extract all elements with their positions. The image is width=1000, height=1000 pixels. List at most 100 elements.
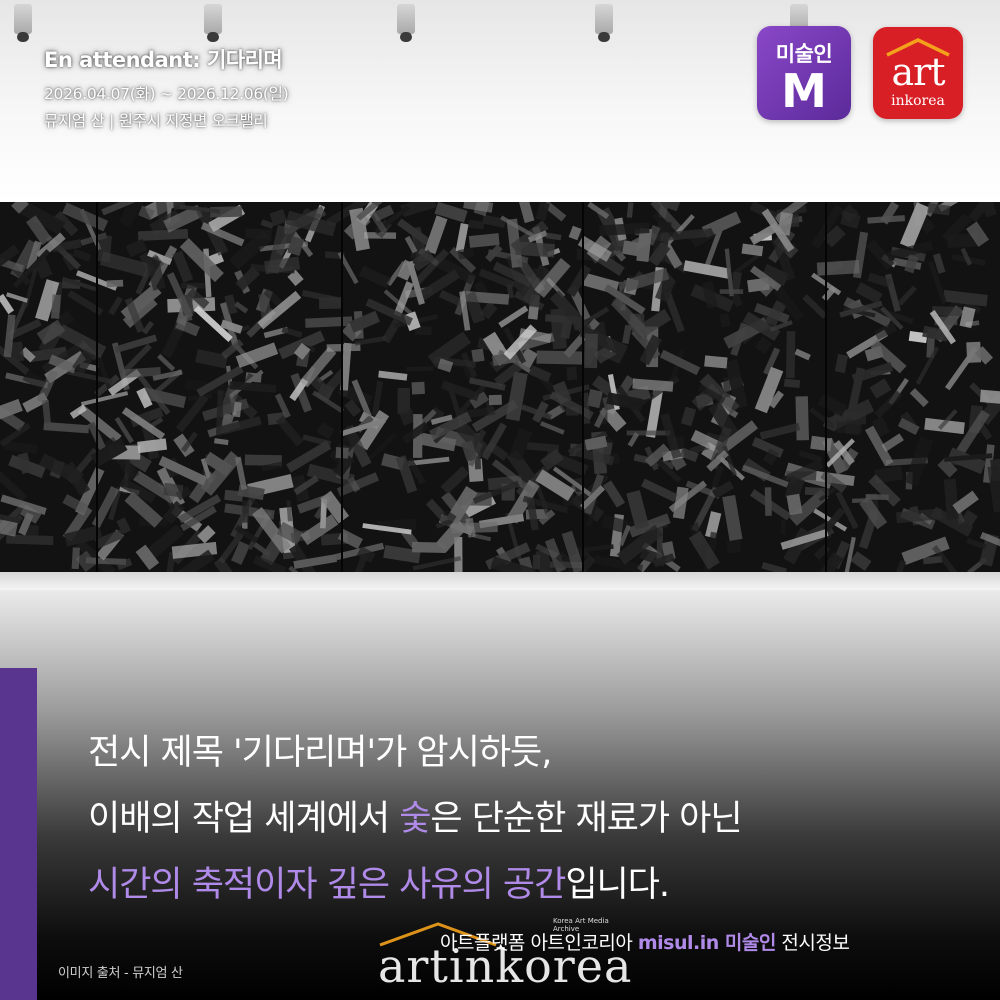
charcoal-stroke bbox=[987, 465, 1000, 513]
charcoal-stroke bbox=[942, 289, 988, 307]
charcoal-stroke bbox=[6, 292, 28, 303]
exhibition-dates: 2026.04.07(화) ~ 2026.12.06(일) bbox=[44, 85, 289, 103]
charcoal-stroke bbox=[535, 202, 550, 222]
charcoal-stroke bbox=[566, 366, 578, 381]
brand-suffix: 전시정보 bbox=[781, 932, 850, 954]
charcoal-stroke bbox=[593, 554, 644, 572]
charcoal-stroke bbox=[575, 544, 614, 553]
caption-line-2: 이배의 작업 세계에서 숯은 단순한 재료가 아닌 bbox=[88, 799, 743, 839]
charcoal-stroke bbox=[318, 297, 342, 309]
charcoal-stroke bbox=[424, 215, 448, 255]
charcoal-stroke bbox=[704, 355, 728, 369]
gallery-wall-strip bbox=[0, 572, 1000, 590]
charcoal-stroke bbox=[197, 525, 216, 544]
charcoal-stroke bbox=[515, 241, 555, 258]
charcoal-stroke bbox=[754, 366, 784, 414]
charcoal-stroke bbox=[759, 422, 801, 440]
charcoal-stroke bbox=[680, 406, 697, 427]
accent-bar bbox=[0, 668, 37, 1000]
charcoal-stroke bbox=[783, 378, 801, 389]
charcoal-stroke bbox=[468, 233, 500, 248]
charcoal-stroke bbox=[406, 366, 434, 372]
charcoal-stroke bbox=[137, 228, 189, 241]
ceiling-spotlight-icon bbox=[595, 4, 613, 42]
charcoal-stroke bbox=[454, 536, 463, 572]
caption-text: 전시 제목 '기다리며'가 암시하듯, 이배의 작업 세계에서 숯은 단순한 재… bbox=[88, 720, 743, 918]
misul-logo-letter: M bbox=[781, 64, 827, 118]
charcoal-stroke bbox=[817, 393, 848, 417]
highlight-charcoal: 숯 bbox=[399, 799, 431, 839]
charcoal-stroke bbox=[455, 223, 469, 253]
charcoal-stroke bbox=[142, 320, 154, 335]
brand-prefix: 아트플랫폼 아트인코리아 bbox=[440, 932, 633, 954]
charcoal-stroke bbox=[893, 559, 907, 572]
highlight-phrase: 시간의 축적이자 깊은 사유의 공간 bbox=[88, 865, 566, 905]
exhibition-venue: 뮤지엄 산 | 원주시 지정면 오크밸리 bbox=[44, 112, 268, 130]
charcoal-stroke bbox=[794, 348, 811, 361]
charcoal-stroke bbox=[622, 240, 640, 257]
charcoal-stroke bbox=[305, 316, 353, 328]
charcoal-stroke bbox=[798, 450, 823, 463]
charcoal-stroke bbox=[979, 389, 1000, 404]
charcoal-stroke bbox=[626, 430, 671, 436]
charcoal-stroke bbox=[17, 452, 33, 475]
charcoal-stroke bbox=[539, 421, 565, 435]
charcoal-stroke bbox=[816, 260, 860, 276]
charcoal-stroke bbox=[723, 377, 731, 398]
charcoal-stroke bbox=[349, 310, 380, 333]
charcoal-stroke bbox=[780, 519, 786, 535]
caption-line-1: 전시 제목 '기다리며'가 암시하듯, bbox=[88, 733, 552, 773]
artwork-texture bbox=[0, 202, 1000, 572]
charcoal-stroke bbox=[869, 378, 892, 399]
charcoal-stroke bbox=[741, 464, 789, 488]
charcoal-stroke bbox=[909, 388, 929, 408]
caption-line-3: 시간의 축적이자 깊은 사유의 공간입니다. bbox=[88, 865, 670, 905]
charcoal-stroke bbox=[641, 478, 678, 503]
charcoal-stroke bbox=[786, 331, 796, 379]
charcoal-stroke bbox=[488, 394, 502, 406]
image-credit: 이미지 출처 - 뮤지엄 산 bbox=[58, 966, 183, 981]
charcoal-stroke bbox=[275, 415, 304, 447]
charcoal-stroke bbox=[316, 422, 335, 440]
charcoal-stroke bbox=[106, 279, 124, 288]
charcoal-stroke bbox=[43, 421, 90, 434]
charcoal-stroke bbox=[622, 324, 632, 345]
charcoal-stroke bbox=[71, 547, 80, 570]
charcoal-stroke bbox=[761, 561, 787, 572]
charcoal-stroke bbox=[519, 202, 535, 224]
charcoal-stroke bbox=[726, 539, 741, 554]
charcoal-stroke bbox=[4, 441, 38, 454]
charcoal-stroke bbox=[80, 391, 129, 407]
charcoal-stroke bbox=[260, 219, 274, 229]
charcoal-stroke bbox=[114, 334, 158, 354]
charcoal-stroke bbox=[851, 362, 894, 384]
charcoal-stroke bbox=[786, 493, 803, 516]
charcoal-stroke bbox=[536, 350, 584, 365]
charcoal-stroke bbox=[371, 380, 384, 416]
charcoal-stroke bbox=[411, 381, 425, 395]
brand-misul[interactable]: misul.in 미술인 bbox=[638, 932, 776, 954]
charcoal-artwork-image bbox=[0, 202, 1000, 572]
charcoal-stroke bbox=[358, 265, 392, 289]
charcoal-stroke bbox=[850, 551, 872, 571]
charcoal-stroke bbox=[813, 544, 831, 560]
charcoal-stroke bbox=[214, 438, 229, 446]
ceiling-spotlight-icon bbox=[204, 4, 222, 42]
artinkorea-logo-sub: inkorea bbox=[891, 93, 945, 109]
charcoal-stroke bbox=[242, 500, 249, 523]
misul-in-logo[interactable]: 미술인 M bbox=[757, 26, 851, 120]
charcoal-stroke bbox=[754, 336, 773, 355]
charcoal-stroke bbox=[468, 219, 485, 230]
charcoal-stroke bbox=[810, 435, 832, 452]
charcoal-stroke bbox=[97, 234, 112, 263]
charcoal-stroke bbox=[966, 537, 987, 550]
charcoal-stroke bbox=[568, 225, 582, 241]
brand-footer: 아트플랫폼 아트인코리아 misul.in 미술인 전시정보 bbox=[440, 928, 850, 955]
artinkorea-logo[interactable]: art inkorea bbox=[873, 27, 963, 119]
charcoal-stroke bbox=[108, 296, 123, 316]
charcoal-stroke bbox=[764, 487, 772, 516]
charcoal-stroke bbox=[719, 313, 731, 328]
exhibition-title: En attendant: 기다리며 bbox=[44, 48, 283, 72]
charcoal-stroke bbox=[42, 399, 52, 425]
ceiling-spotlight-icon bbox=[397, 4, 415, 42]
